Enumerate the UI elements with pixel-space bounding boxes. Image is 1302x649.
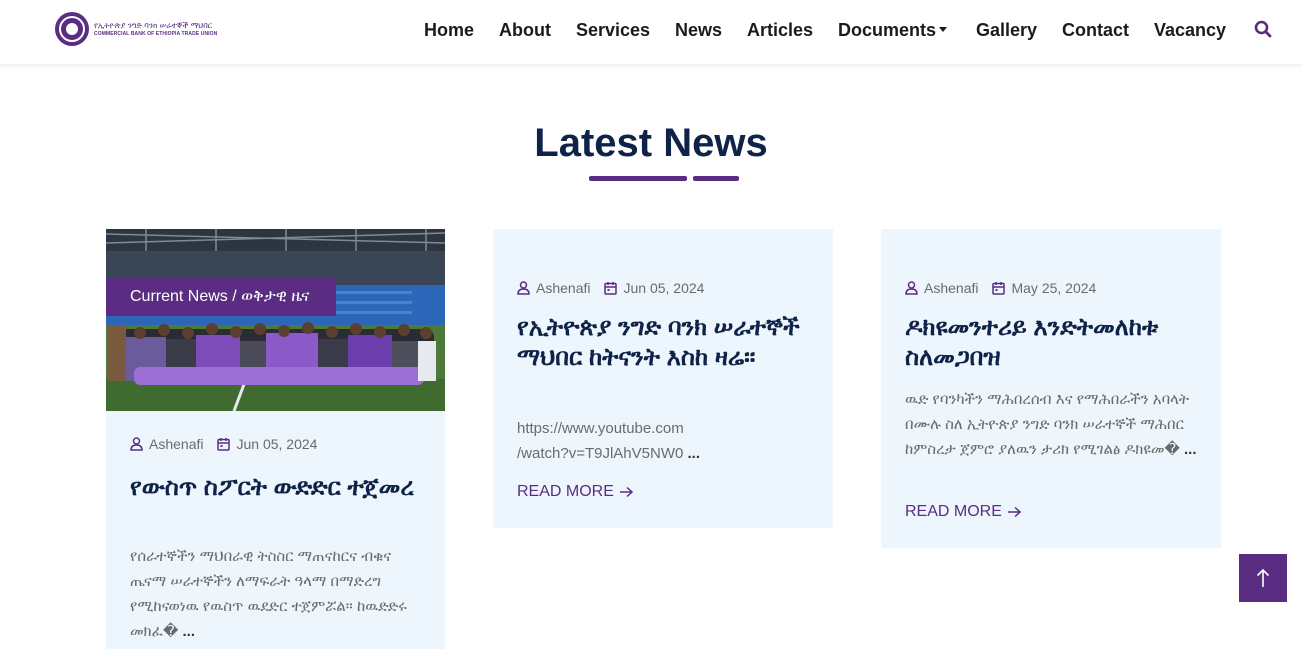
- title-underline: [589, 176, 687, 181]
- nav-gallery[interactable]: Gallery: [976, 18, 1037, 42]
- user-icon: [130, 437, 143, 451]
- read-more-label: READ MORE: [905, 503, 1002, 520]
- read-more-label: READ MORE: [517, 483, 614, 500]
- news-photo-football-team[interactable]: [106, 229, 445, 411]
- post-title[interactable]: ዶክዩመንተሪይ እንድትመለከቱ ስለመጋበዝ: [905, 313, 1205, 373]
- user-icon: [517, 281, 530, 295]
- post-date: Jun 05, 2024: [236, 436, 318, 452]
- post-author[interactable]: Ashenafi: [924, 280, 978, 296]
- back-to-top-button[interactable]: [1239, 554, 1287, 602]
- calendar-icon: [604, 282, 618, 295]
- nav-home[interactable]: Home: [424, 18, 474, 42]
- nav-documents-label: Documents: [838, 20, 937, 40]
- nav-vacancy[interactable]: Vacancy: [1154, 18, 1226, 42]
- post-author[interactable]: Ashenafi: [149, 436, 203, 452]
- main-menu: Home About Services News Articles Docume…: [0, 18, 1302, 42]
- calendar-icon: [217, 438, 231, 451]
- excerpt-ellipsis: ...: [1184, 441, 1197, 458]
- post-meta: Ashenafi Jun 05, 2024: [130, 436, 317, 452]
- post-title[interactable]: የኢትዮጵያ ንግድ ባንክ ሠራተኞች ማህበር ከትናንት እስከ ዛሬ።: [517, 313, 812, 373]
- post-title[interactable]: የውስጥ ስፖርት ውድድር ተጀመረ: [130, 473, 420, 503]
- post-excerpt-text: ዉድ የባንካችን ማሕበረሰብ እና የማሕበራችን አባላት በሙሉ ስለ …: [905, 391, 1190, 458]
- arrow-up-icon: [1256, 568, 1270, 587]
- news-card: Ashenafi Jun 05, 2024 የኢትዮጵያ ንግድ ባንክ ሠራተ…: [493, 229, 833, 528]
- post-date: May 25, 2024: [1011, 280, 1097, 296]
- arrow-right-icon: [619, 486, 634, 498]
- navbar: የኢትዮጵያ ንግድ ባንክ ሠራተኞች ማህበር COMMERCIAL BAN…: [0, 0, 1302, 64]
- read-more-link[interactable]: READ MORE: [517, 483, 634, 501]
- nav-contact[interactable]: Contact: [1062, 18, 1129, 42]
- news-card: Current News / ወቅታዊ ዜና Ashenafi Jun 05, …: [106, 229, 445, 649]
- post-meta: Ashenafi Jun 05, 2024: [517, 280, 704, 296]
- caret-down-icon: [939, 27, 948, 32]
- post-excerpt-text: https://www.youtube.com /watch?v=T9JlAhV…: [517, 420, 684, 462]
- user-icon: [905, 281, 918, 295]
- post-date: Jun 05, 2024: [623, 280, 705, 296]
- post-meta: Ashenafi May 25, 2024: [905, 280, 1096, 296]
- excerpt-ellipsis: ...: [687, 445, 701, 462]
- post-excerpt: የሰራተኞችን ማህበራዊ ትስስር ማጠናከርና ብቁና ጤናማ ሠራተኞችን…: [130, 544, 430, 644]
- post-excerpt: ዉድ የባንካችን ማሕበረሰብ እና የማሕበራችን አባላት በሙሉ ስለ …: [905, 387, 1205, 462]
- nav-articles[interactable]: Articles: [747, 18, 813, 42]
- read-more-link[interactable]: READ MORE: [905, 503, 1022, 521]
- excerpt-ellipsis: ...: [182, 623, 196, 640]
- arrow-right-icon: [1007, 506, 1022, 518]
- search-icon[interactable]: [1254, 20, 1274, 40]
- nav-news[interactable]: News: [675, 18, 722, 42]
- nav-documents-dropdown[interactable]: Documents: [838, 18, 948, 42]
- post-excerpt: https://www.youtube.com /watch?v=T9JlAhV…: [517, 416, 727, 466]
- category-badge[interactable]: Current News / ወቅታዊ ዜና: [106, 277, 336, 316]
- nav-about[interactable]: About: [499, 18, 551, 42]
- post-author[interactable]: Ashenafi: [536, 280, 590, 296]
- section-title: Latest News: [534, 121, 768, 165]
- news-card: Ashenafi May 25, 2024 ዶክዩመንተሪይ እንድትመለከቱ …: [881, 229, 1221, 548]
- title-underline-short: [693, 176, 739, 181]
- post-excerpt-text: የሰራተኞችን ማህበራዊ ትስስር ማጠናከርና ብቁና ጤናማ ሠራተኞችን…: [130, 548, 407, 640]
- nav-services[interactable]: Services: [576, 18, 650, 42]
- calendar-icon: [992, 282, 1006, 295]
